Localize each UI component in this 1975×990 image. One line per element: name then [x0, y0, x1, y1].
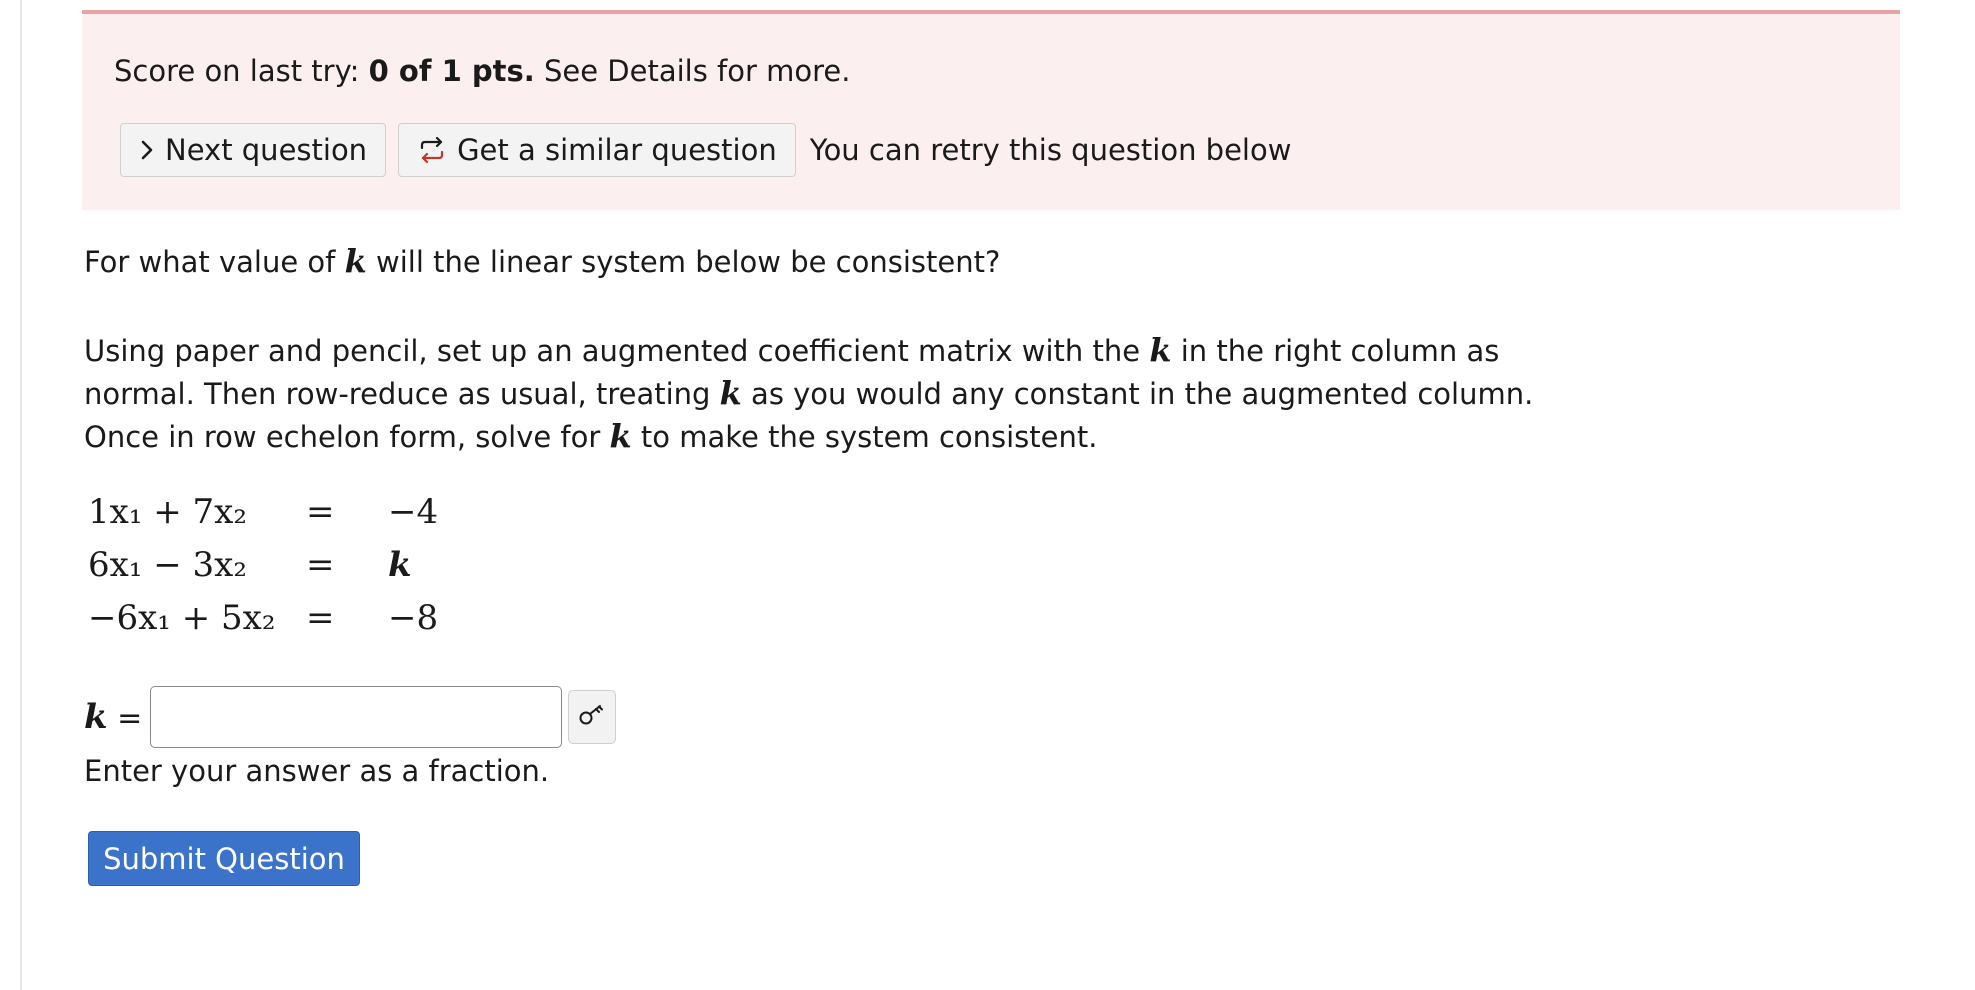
equals-sign: = — [306, 545, 335, 585]
math-var-k: k — [1149, 331, 1172, 369]
math-var-k: k — [344, 242, 367, 280]
prompt-text-start: For what value of — [84, 245, 345, 279]
math-var-k: k — [84, 697, 108, 737]
score-panel: Score on last try: 0 of 1 pts. See Detai… — [82, 10, 1900, 210]
instruction-line: normal. Then row-reduce as usual, treati… — [84, 372, 1584, 415]
next-question-label: Next question — [165, 133, 368, 167]
equals-sign: = — [306, 492, 335, 532]
key-icon — [578, 703, 606, 731]
instruction-text: in the right column as — [1171, 334, 1500, 368]
score-suffix: See Details for more. — [534, 54, 851, 88]
score-prefix: Score on last try: — [114, 54, 369, 88]
answer-label: k = — [84, 697, 142, 737]
similar-question-button[interactable]: Get a similar question — [398, 123, 796, 177]
equation-rhs: k — [388, 545, 412, 585]
equation-lhs: −6x₁ + 5x₂ — [88, 598, 276, 638]
answer-row: k = — [84, 686, 617, 748]
retry-arrows-icon — [417, 137, 447, 163]
page-left-border — [20, 0, 22, 990]
answer-format-hint: Enter your answer as a fraction. — [84, 754, 550, 788]
math-var-k: k — [719, 374, 742, 412]
instruction-line: Once in row echelon form, solve for k to… — [84, 415, 1584, 458]
instruction-text: Using paper and pencil, set up an augmen… — [84, 334, 1150, 368]
instruction-text: as you would any constant in the augment… — [741, 377, 1534, 411]
equation-lhs: 1x₁ + 7x₂ — [88, 492, 247, 532]
instruction-line: Using paper and pencil, set up an augmen… — [84, 329, 1584, 372]
equation-rhs: −4 — [388, 492, 439, 532]
score-summary: Score on last try: 0 of 1 pts. See Detai… — [114, 54, 850, 88]
math-var-k: k — [609, 417, 632, 455]
similar-question-label: Get a similar question — [457, 133, 777, 167]
chevron-right-icon — [139, 139, 155, 161]
prompt-text-end: will the linear system below be consiste… — [366, 245, 1001, 279]
answer-input[interactable] — [150, 686, 563, 748]
equation-rhs: −8 — [388, 598, 439, 638]
answer-equals: = — [107, 701, 143, 736]
next-question-button[interactable]: Next question — [120, 123, 387, 177]
answer-preview-button[interactable] — [568, 690, 617, 744]
question-prompt: For what value of k will the linear syst… — [84, 244, 1000, 279]
instruction-text: normal. Then row-reduce as usual, treati… — [84, 377, 720, 411]
question-instructions: Using paper and pencil, set up an augmen… — [84, 329, 1584, 458]
score-value: 0 of 1 pts. — [368, 54, 535, 88]
equation-lhs: 6x₁ − 3x₂ — [88, 545, 247, 585]
score-actions: Next question Get a similar question You… — [120, 122, 1291, 178]
equals-sign: = — [306, 598, 335, 638]
submit-question-button[interactable]: Submit Question — [88, 831, 360, 886]
retry-text: You can retry this question below — [809, 133, 1292, 167]
instruction-text: to make the system consistent. — [631, 420, 1098, 454]
instruction-text: Once in row echelon form, solve for — [84, 420, 610, 454]
